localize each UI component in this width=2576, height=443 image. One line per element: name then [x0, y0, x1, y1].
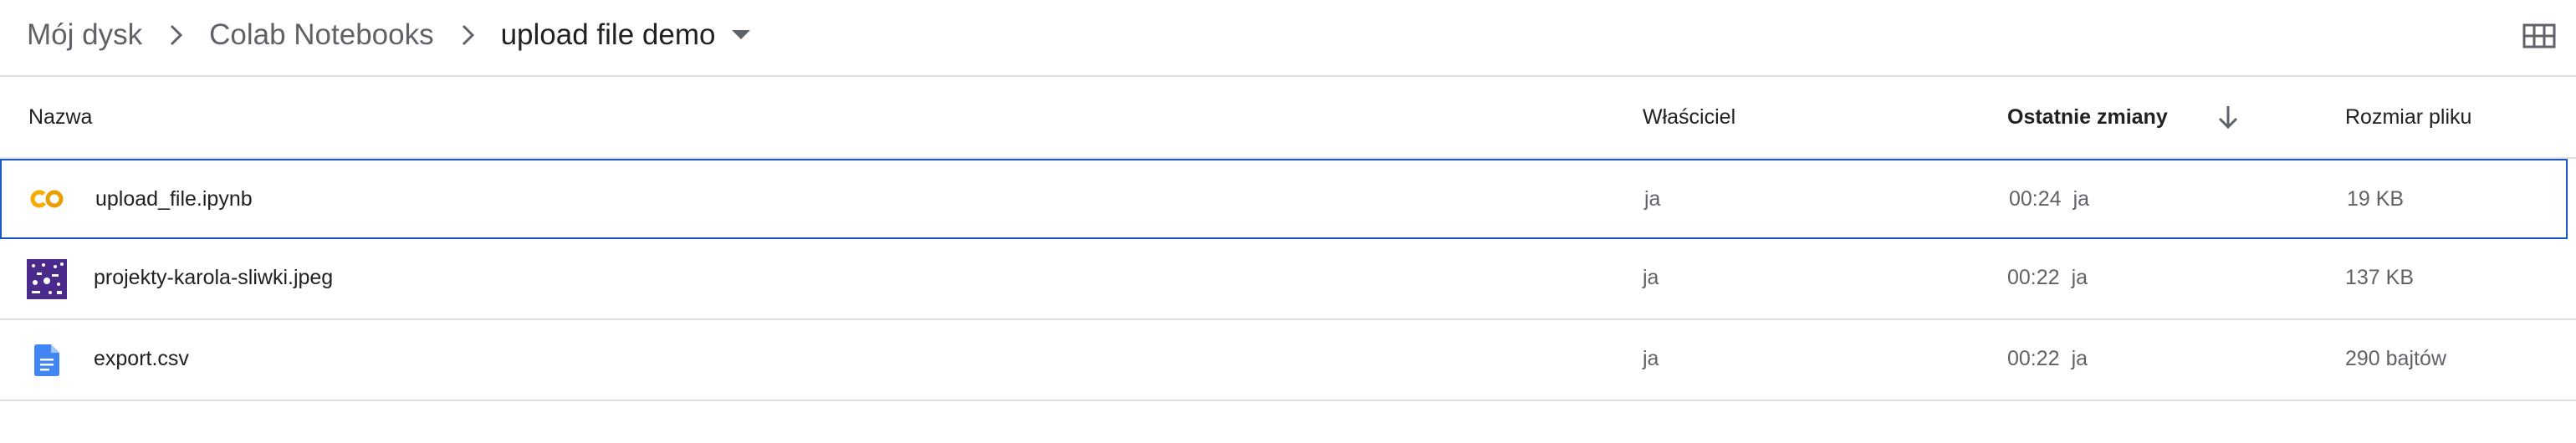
column-header-size[interactable]: Rozmiar pliku: [2345, 77, 2471, 157]
image-thumbnail-icon: [27, 259, 67, 299]
column-header-name[interactable]: Nazwa: [28, 77, 92, 157]
file-size: 19 KB: [2347, 187, 2405, 211]
modified-time: 00:22: [2007, 266, 2060, 289]
modified-time: 00:22: [2007, 347, 2060, 370]
modified-by: ja: [2073, 187, 2090, 211]
table-row[interactable]: upload_file.ipynb ja 00:24 ja 19 KB: [0, 159, 2568, 239]
file-owner: ja: [1643, 347, 1659, 370]
caret-down-icon[interactable]: [732, 30, 751, 40]
modified-by: ja: [2071, 266, 2088, 289]
file-modified: 00:22 ja: [2007, 320, 2088, 398]
table-row[interactable]: export.csv ja 00:22 ja 290 bajtów: [0, 320, 2576, 401]
file-list: Nazwa Właściciel Ostatnie zmiany Rozmiar…: [0, 77, 2576, 401]
colab-icon: [27, 179, 67, 219]
file-modified: 00:22 ja: [2007, 239, 2088, 317]
top-bar: Mój dysk Colab Notebooks upload file dem…: [0, 0, 2576, 77]
breadcrumb-item-my-drive[interactable]: Mój dysk: [27, 18, 142, 52]
chevron-right-icon: [167, 23, 186, 47]
column-header-modified[interactable]: Ostatnie zmiany: [2007, 77, 2168, 157]
modified-time: 00:24: [2009, 187, 2062, 211]
breadcrumb: Mój dysk Colab Notebooks upload file dem…: [27, 0, 751, 70]
file-size: 290 bajtów: [2345, 347, 2446, 370]
table-row[interactable]: projekty-karola-sliwki.jpeg ja 00:22 ja …: [0, 239, 2576, 320]
file-size: 137 KB: [2345, 266, 2415, 289]
file-name: export.csv: [94, 347, 189, 370]
breadcrumb-item-current-folder[interactable]: upload file demo: [501, 18, 716, 52]
file-owner: ja: [1644, 187, 1661, 211]
modified-by: ja: [2071, 347, 2088, 370]
table-header: Nazwa Właściciel Ostatnie zmiany Rozmiar…: [0, 77, 2576, 159]
breadcrumb-item-colab-notebooks[interactable]: Colab Notebooks: [209, 18, 434, 52]
column-header-owner[interactable]: Właściciel: [1643, 77, 1735, 157]
file-owner: ja: [1643, 266, 1659, 289]
file-name: upload_file.ipynb: [95, 187, 253, 211]
google-docs-icon: [27, 340, 67, 380]
grid-view-icon[interactable]: [2521, 22, 2558, 50]
file-modified: 00:24 ja: [2009, 160, 2089, 238]
arrow-down-icon[interactable]: [2213, 102, 2243, 132]
chevron-right-icon: [459, 23, 478, 47]
file-name: projekty-karola-sliwki.jpeg: [94, 266, 334, 289]
